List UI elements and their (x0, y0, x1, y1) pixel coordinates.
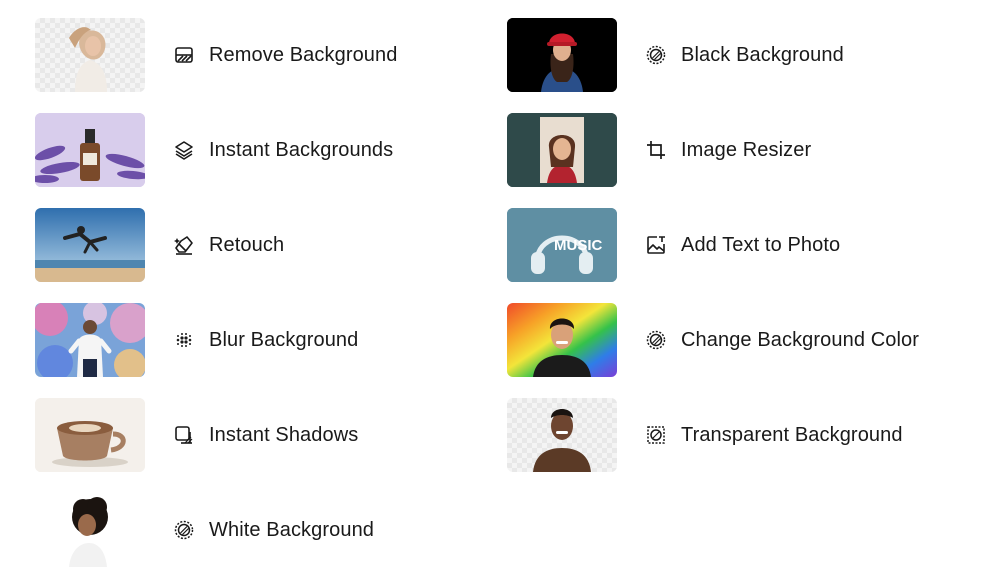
tool-label: Retouch (209, 233, 285, 256)
tool-instant-shadows[interactable]: Instant Shadows (35, 397, 358, 473)
tool-label: Black Background (681, 43, 844, 66)
black-background-thumbnail (507, 18, 617, 92)
tool-label: Add Text to Photo (681, 233, 841, 256)
tool-remove-background[interactable]: Remove Background (35, 17, 397, 93)
tool-label: Transparent Background (681, 423, 903, 446)
image-text-icon (645, 234, 667, 256)
blur-background-thumbnail (35, 303, 145, 377)
instant-backgrounds-thumbnail (35, 113, 145, 187)
change-background-color-thumbnail (507, 303, 617, 377)
tool-label: Blur Background (209, 328, 359, 351)
tool-white-background[interactable]: White Background (35, 492, 374, 568)
tool-label: Image Resizer (681, 138, 812, 161)
tool-image-resizer[interactable]: Image Resizer (507, 112, 811, 188)
dots-grid-icon (173, 329, 195, 351)
tool-instant-backgrounds[interactable]: Instant Backgrounds (35, 112, 393, 188)
white-background-thumbnail (35, 493, 145, 567)
instant-shadows-thumbnail (35, 398, 145, 472)
tool-transparent-background[interactable]: Transparent Background (507, 397, 903, 473)
sun-gear-icon (645, 44, 667, 66)
tool-label: Instant Backgrounds (209, 138, 394, 161)
tool-label: White Background (209, 518, 375, 541)
retouch-thumbnail (35, 208, 145, 282)
image-resizer-thumbnail (507, 113, 617, 187)
crop-icon (645, 139, 667, 161)
music-thumbnail-text: MUSIC (554, 237, 603, 254)
tool-add-text-to-photo[interactable]: MUSIC Add Text to Photo (507, 207, 840, 283)
transparent-square-icon (645, 424, 667, 446)
add-text-to-photo-thumbnail: MUSIC (507, 208, 617, 282)
sun-gear-icon (173, 519, 195, 541)
shadow-square-icon (173, 424, 195, 446)
transparent-background-thumbnail (507, 398, 617, 472)
tool-label: Instant Shadows (209, 423, 359, 446)
sun-gear-icon (645, 329, 667, 351)
tool-change-background-color[interactable]: Change Background Color (507, 302, 919, 378)
tool-black-background[interactable]: Black Background (507, 17, 844, 93)
tool-label: Remove Background (209, 43, 398, 66)
tool-label: Change Background Color (681, 328, 920, 351)
tool-retouch[interactable]: Retouch (35, 207, 284, 283)
eraser-icon (173, 44, 195, 66)
remove-background-thumbnail (35, 18, 145, 92)
tool-blur-background[interactable]: Blur Background (35, 302, 358, 378)
retouch-eraser-icon (173, 234, 195, 256)
layers-sparkle-icon (173, 139, 195, 161)
